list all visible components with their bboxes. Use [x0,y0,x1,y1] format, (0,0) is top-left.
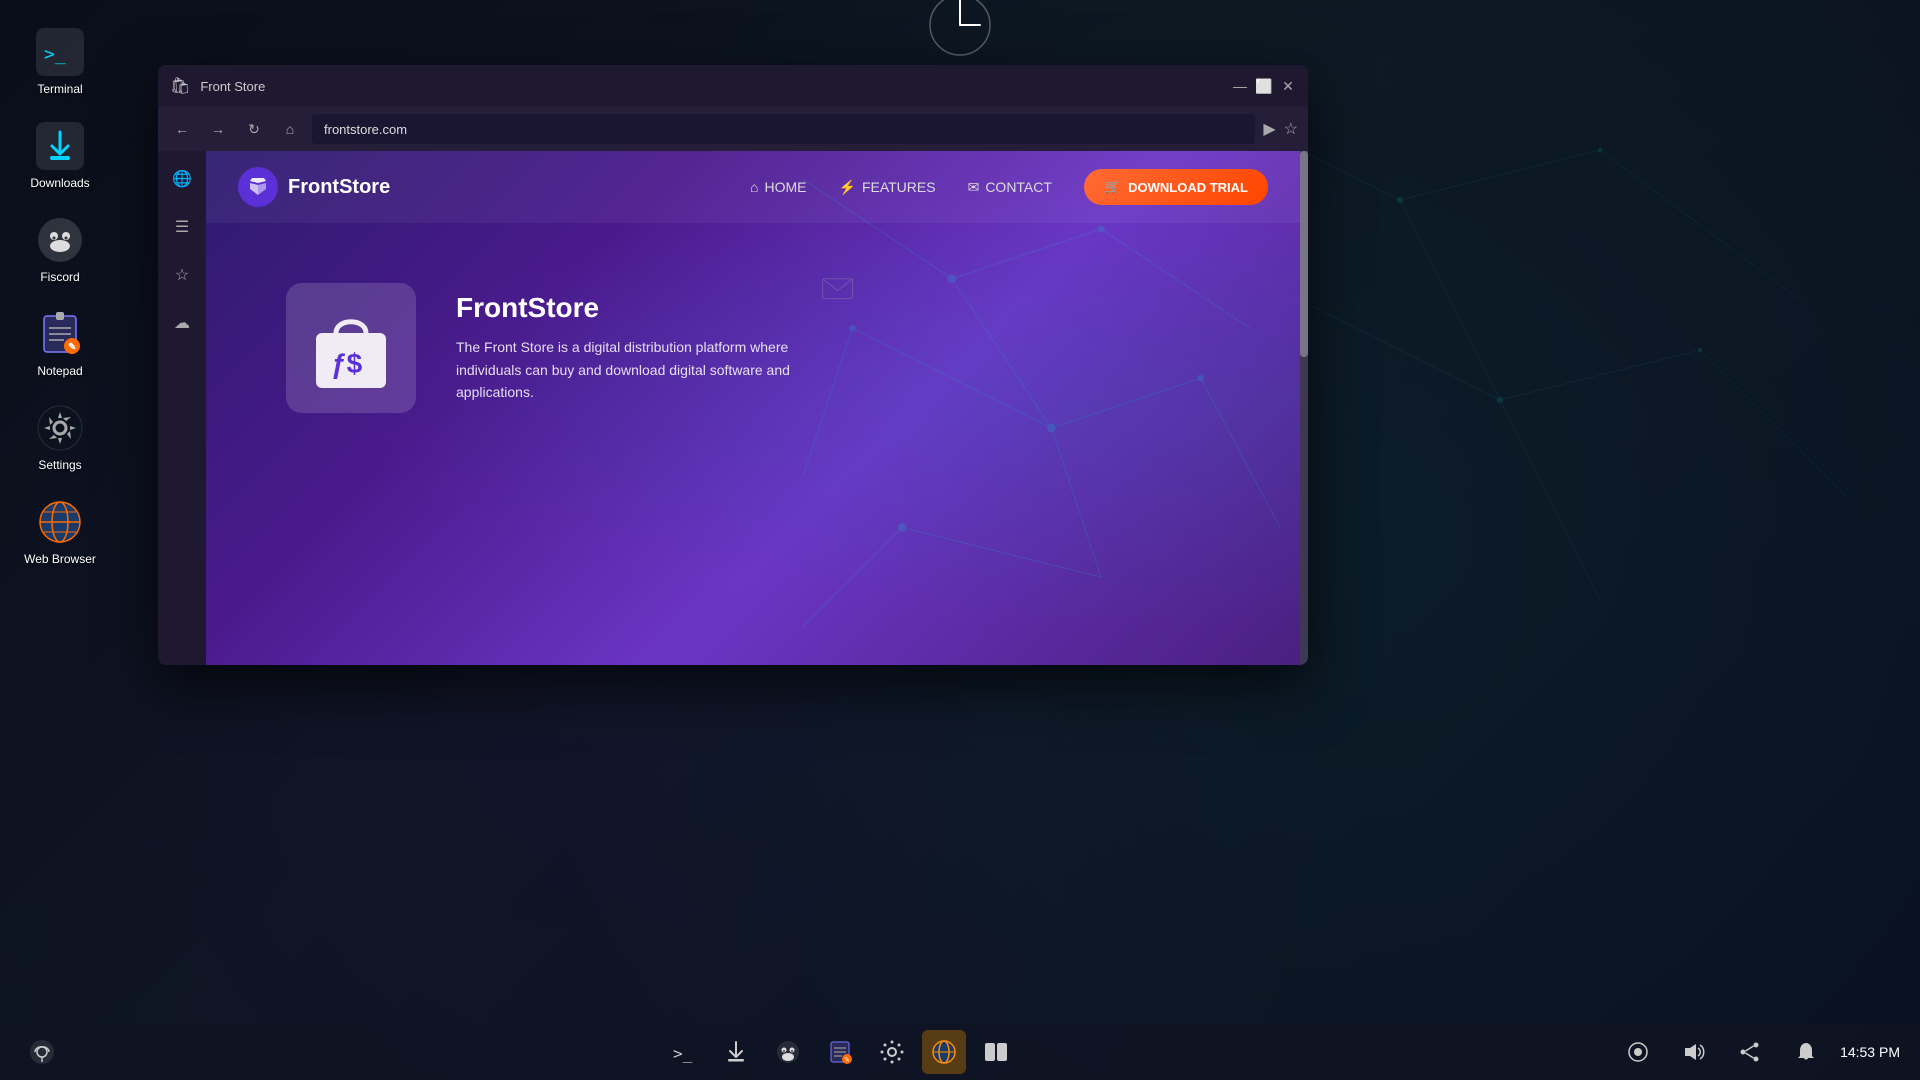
desktop: >_ Terminal Downloads [0,0,1920,1080]
scrollbar-thumb[interactable] [1300,151,1308,357]
sidebar-favorites-icon[interactable]: ☆ [166,259,198,291]
website-nav-links: ⌂ HOME ⚡ FEATURES ✉ CONTACT 🛒 [750,169,1268,205]
taskbar-settings-button[interactable] [870,1030,914,1074]
nav-contact-link[interactable]: ✉ CONTACT [968,179,1052,196]
svg-text:>_: >_ [44,44,66,65]
svg-text:✎: ✎ [844,1057,850,1064]
features-nav-label: FEATURES [862,179,936,195]
sidebar-globe-icon[interactable]: 🌐 [166,163,198,195]
sidebar-menu-icon[interactable]: ☰ [166,211,198,243]
hero-logo-container: ƒ$ [286,283,416,413]
desktop-icon-webbrowser[interactable]: Web Browser [15,490,105,574]
website-content: FrontStore ⌂ HOME ⚡ FEATURES ✉ [206,151,1300,665]
download-trial-icon: 🛒 [1104,179,1120,195]
desktop-icon-terminal[interactable]: >_ Terminal [15,20,105,104]
notepad-icon: ✎ [36,310,84,358]
frontstore-hero-logo: ƒ$ [306,298,396,398]
svg-text:ƒ$: ƒ$ [331,348,363,379]
fiscord-icon [36,216,84,264]
window-controls: — ⬜ ✕ [1232,78,1296,94]
notepad-label: Notepad [37,364,82,378]
taskbar-multiview-button[interactable] [974,1030,1018,1074]
downloads-icon [36,122,84,170]
taskbar-volume-icon[interactable] [1672,1030,1716,1074]
hero-title: FrontStore [456,292,856,324]
desktop-icon-downloads[interactable]: Downloads [15,114,105,198]
website-hero: ƒ$ FrontStore The Front Store is a digit… [206,223,1300,473]
website-logo-icon [238,167,278,207]
nav-home-link[interactable]: ⌂ HOME [750,179,806,195]
webbrowser-icon [36,498,84,546]
address-bar[interactable] [312,114,1255,144]
taskbar-right: 14:53 PM [1616,1030,1900,1074]
webbrowser-label: Web Browser [24,552,96,566]
close-button[interactable]: ✕ [1280,78,1296,94]
minimize-button[interactable]: — [1232,78,1248,94]
taskbar-left [20,1030,64,1074]
taskbar-podcast-icon[interactable] [20,1030,64,1074]
fiscord-label: Fiscord [40,270,79,284]
features-nav-icon: ⚡ [839,179,856,196]
desktop-icon-settings[interactable]: Settings [15,396,105,480]
taskbar-time: 14:53 PM [1840,1044,1900,1060]
taskbar-record-icon[interactable] [1616,1030,1660,1074]
browser-scrollbar[interactable] [1300,151,1308,665]
forward-button[interactable]: → [204,115,232,143]
website-navbar: FrontStore ⌂ HOME ⚡ FEATURES ✉ [206,151,1300,223]
nav-features-link[interactable]: ⚡ FEATURES [839,179,936,196]
settings-icon [36,404,84,452]
home-nav-icon: ⌂ [750,179,758,195]
browser-navbar: ← → ↻ ⌂ ▶ ☆ [158,107,1308,151]
taskbar-fiscord-button[interactable] [766,1030,810,1074]
browser-tab-icon: 🛍 [170,76,190,96]
website-brand-name: FrontStore [288,176,390,199]
taskbar-share-icon[interactable] [1728,1030,1772,1074]
desktop-icon-fiscord[interactable]: Fiscord [15,208,105,292]
contact-nav-icon: ✉ [968,179,980,196]
taskbar-center: >_ [68,1030,1612,1074]
hero-description: The Front Store is a digital distributio… [456,336,856,403]
browser-titlebar: 🛍 Front Store — ⬜ ✕ [158,65,1308,107]
svg-text:>_: >_ [673,1044,693,1063]
browser-content-area: 🌐 ☰ ☆ ☁ [158,151,1308,665]
home-button[interactable]: ⌂ [276,115,304,143]
contact-nav-label: CONTACT [985,179,1052,195]
desktop-icons-panel: >_ Terminal Downloads [0,0,120,1080]
browser-tab-title: Front Store [200,79,1222,94]
reload-button[interactable]: ↻ [240,115,268,143]
settings-label: Settings [38,458,81,472]
website-logo: FrontStore [238,167,390,207]
clock-widget [900,0,1020,65]
downloads-label: Downloads [30,176,89,190]
sidebar-toggle-button[interactable]: ▶ [1263,119,1275,139]
svg-text:✎: ✎ [68,342,76,353]
taskbar-downloads-button[interactable] [714,1030,758,1074]
browser-sidebar: 🌐 ☰ ☆ ☁ [158,151,206,665]
taskbar-notification-icon[interactable] [1784,1030,1828,1074]
sidebar-cloud-icon[interactable]: ☁ [166,307,198,339]
taskbar-notepad-button[interactable]: ✎ [818,1030,862,1074]
download-trial-button[interactable]: 🛒 DOWNLOAD TRIAL [1084,169,1268,205]
browser-window: 🛍 Front Store — ⬜ ✕ ← → ↻ ⌂ ▶ ☆ 🌐 ☰ ☆ [158,65,1308,665]
download-trial-label: DOWNLOAD TRIAL [1128,180,1248,195]
hero-text-content: FrontStore The Front Store is a digital … [456,292,856,403]
bookmark-button[interactable]: ☆ [1284,119,1298,139]
back-button[interactable]: ← [168,115,196,143]
taskbar-terminal-button[interactable]: >_ [662,1030,706,1074]
maximize-button[interactable]: ⬜ [1256,78,1272,94]
taskbar-webbrowser-button[interactable] [922,1030,966,1074]
taskbar: >_ [0,1024,1920,1080]
terminal-label: Terminal [37,82,82,96]
home-nav-label: HOME [765,179,807,195]
desktop-icon-notepad[interactable]: ✎ Notepad [15,302,105,386]
terminal-icon: >_ [36,28,84,76]
